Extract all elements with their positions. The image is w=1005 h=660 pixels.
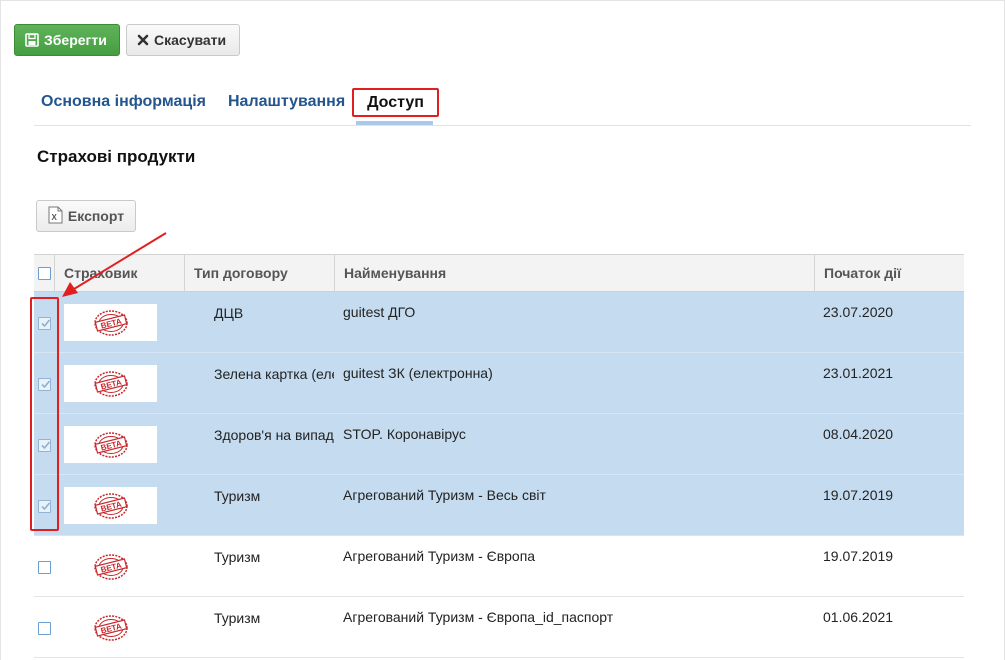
cell-start-date: 01.06.2021: [823, 609, 894, 625]
cell-start-date: 08.04.2020: [823, 426, 894, 442]
table-row[interactable]: BETA Зелена картка (електронна) guitest ЗК…: [34, 353, 964, 414]
svg-text:X: X: [51, 213, 57, 222]
cell-contract-type: Туризм: [214, 610, 261, 626]
section-title: Страхові продукти: [37, 147, 196, 166]
table-body: BETA ДЦВ guitest ДГО 23.07.2020 BETA Зелена к…: [34, 292, 964, 658]
cell-contract-type: Здоров'я на випадок: [214, 427, 334, 443]
tab-bar: Основна інформація Налаштування Доступ: [34, 88, 971, 126]
header-checkbox-cell: [34, 255, 54, 292]
row-checkbox[interactable]: [38, 561, 51, 574]
column-header-type[interactable]: Тип договору: [184, 255, 334, 292]
column-header-insurer[interactable]: Страховик: [54, 255, 184, 292]
export-button-label: Експорт: [67, 208, 125, 224]
save-button[interactable]: Зберегти: [14, 24, 120, 56]
row-checkbox[interactable]: [38, 500, 51, 513]
cell-contract-type: Зелена картка (електронна): [214, 366, 334, 382]
svg-text:BETA: BETA: [99, 560, 122, 574]
column-header-name[interactable]: Найменування: [334, 255, 814, 292]
insurer-logo: BETA: [64, 365, 157, 402]
cell-product-name[interactable]: guitest ЗК (електронна): [343, 365, 813, 381]
table-row[interactable]: BETA Туризм Агрегований Туризм - Європа_id…: [34, 597, 964, 658]
table-row[interactable]: BETA ДЦВ guitest ДГО 23.07.2020: [34, 292, 964, 353]
table-row[interactable]: BETA Здоров'я на випадок STOP. Коронавірус…: [34, 414, 964, 475]
check-icon: [41, 441, 51, 450]
insurer-logo: BETA: [64, 609, 157, 646]
export-button[interactable]: X Експорт: [36, 200, 136, 232]
tab-main-info[interactable]: Основна інформація: [41, 88, 206, 116]
insurer-logo: BETA: [64, 426, 157, 463]
insurer-logo: BETA: [64, 487, 157, 524]
floppy-disk-icon: [25, 33, 39, 47]
cell-product-name[interactable]: Агрегований Туризм - Європа: [343, 548, 813, 564]
check-icon: [41, 502, 51, 511]
cell-product-name[interactable]: STOP. Коронавірус: [343, 426, 813, 442]
close-icon: [137, 34, 149, 46]
cancel-button[interactable]: Скасувати: [126, 24, 240, 56]
row-checkbox[interactable]: [38, 439, 51, 452]
insurer-logo: BETA: [64, 548, 157, 585]
column-header-start[interactable]: Початок дії: [814, 255, 964, 292]
cancel-button-label: Скасувати: [154, 32, 227, 48]
products-table: Страховик Тип договору Найменування Поча…: [34, 254, 964, 658]
check-icon: [41, 380, 51, 389]
svg-text:BETA: BETA: [99, 499, 122, 513]
cell-start-date: 19.07.2019: [823, 487, 894, 503]
cell-product-name[interactable]: guitest ДГО: [343, 304, 813, 320]
cell-contract-type: ДЦВ: [214, 305, 244, 321]
active-tab-indicator: [356, 121, 433, 125]
row-checkbox[interactable]: [38, 378, 51, 391]
cell-start-date: 23.01.2021: [823, 365, 894, 381]
cell-contract-type: Туризм: [214, 549, 261, 565]
insurer-logo: BETA: [64, 304, 157, 341]
table-header: Страховик Тип договору Найменування Поча…: [34, 254, 964, 292]
row-checkbox[interactable]: [38, 317, 51, 330]
table-row[interactable]: BETA Туризм Агрегований Туризм - Весь світ…: [34, 475, 964, 536]
row-checkbox[interactable]: [38, 622, 51, 635]
cell-start-date: 23.07.2020: [823, 304, 894, 320]
cell-contract-type: Туризм: [214, 488, 261, 504]
svg-text:BETA: BETA: [99, 377, 122, 391]
svg-text:BETA: BETA: [99, 438, 122, 452]
tab-settings[interactable]: Налаштування: [228, 88, 345, 116]
cell-product-name[interactable]: Агрегований Туризм - Весь світ: [343, 487, 813, 503]
select-all-checkbox[interactable]: [38, 267, 51, 280]
svg-text:BETA: BETA: [99, 621, 122, 635]
tab-access[interactable]: Доступ: [352, 88, 439, 117]
table-row[interactable]: BETA Туризм Агрегований Туризм - Європа 19.…: [34, 536, 964, 597]
toolbar: Зберегти Скасувати: [14, 24, 240, 56]
cell-start-date: 19.07.2019: [823, 548, 894, 564]
excel-file-icon: X: [48, 206, 63, 227]
check-icon: [41, 319, 51, 328]
save-button-label: Зберегти: [44, 32, 107, 48]
svg-text:BETA: BETA: [99, 316, 122, 330]
cell-product-name[interactable]: Агрегований Туризм - Європа_id_паспорт: [343, 609, 813, 625]
